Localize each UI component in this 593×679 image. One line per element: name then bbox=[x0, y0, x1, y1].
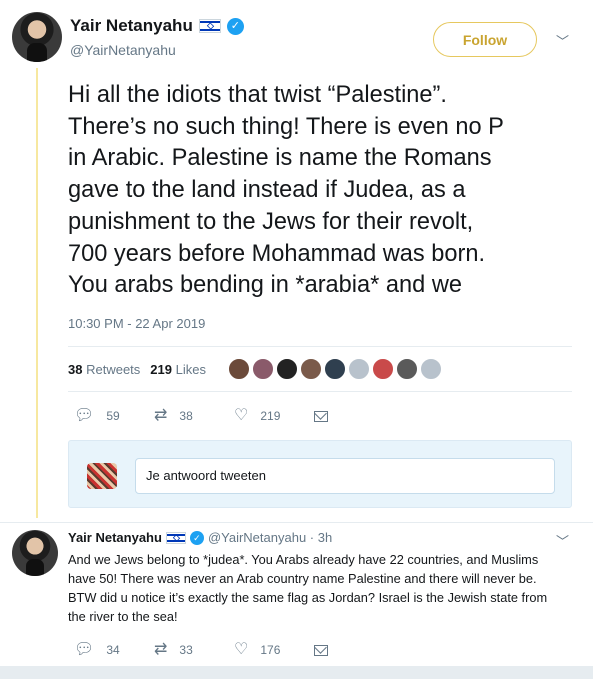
heart-icon: ♡ bbox=[234, 641, 249, 658]
user-avatar bbox=[87, 463, 117, 489]
retweets-count: 38 bbox=[68, 361, 83, 377]
envelope-icon bbox=[314, 644, 328, 656]
author-header: Yair Netanyahu ✓ bbox=[70, 16, 244, 36]
liker-avatar[interactable] bbox=[227, 358, 250, 380]
liker-avatar[interactable] bbox=[299, 358, 322, 380]
tweet-divider bbox=[0, 522, 593, 523]
retweets-stat[interactable]: 38 Retweets bbox=[68, 362, 140, 377]
verified-badge-icon: ✓ bbox=[226, 17, 244, 35]
reply-count: 59 bbox=[106, 409, 120, 423]
verified-badge-icon: ✓ bbox=[189, 530, 204, 545]
like-count: 176 bbox=[260, 643, 281, 657]
reply-action[interactable]: 💬︎ 59 bbox=[74, 408, 154, 424]
liker-avatar[interactable] bbox=[323, 358, 346, 380]
heart-icon: ♡ bbox=[234, 407, 249, 424]
reply-tweet-actions: 💬︎ 34 ⇄ 33 ♡ 176 bbox=[74, 642, 394, 658]
liker-avatars bbox=[227, 358, 444, 380]
tweet-stats: 38 Retweets 219 Likes bbox=[68, 346, 572, 392]
israel-flag-icon bbox=[198, 19, 221, 33]
author-name[interactable]: Yair Netanyahu bbox=[70, 16, 193, 36]
retweet-action[interactable]: ⇄ 38 bbox=[154, 408, 234, 424]
dm-action[interactable] bbox=[314, 644, 394, 656]
retweet-icon: ⇄ bbox=[154, 641, 168, 658]
likes-count: 219 bbox=[150, 361, 172, 377]
reply-action[interactable]: 💬︎ 34 bbox=[74, 642, 154, 658]
reply-count: 34 bbox=[106, 643, 120, 657]
israel-flag-icon bbox=[165, 531, 186, 544]
retweet-count: 38 bbox=[179, 409, 193, 423]
reply-author-avatar[interactable] bbox=[12, 530, 58, 576]
retweets-label: Retweets bbox=[86, 361, 141, 377]
liker-avatar[interactable] bbox=[395, 358, 418, 380]
reply-icon: 💬︎ bbox=[74, 641, 95, 658]
liker-avatar[interactable] bbox=[251, 358, 274, 380]
reply-tweet-text: And we Jews belong to *judea*. You Arabs… bbox=[68, 552, 548, 624]
like-count: 219 bbox=[260, 409, 281, 423]
tweet-actions: 💬︎ 59 ⇄ 38 ♡ 219 bbox=[74, 408, 394, 424]
tweet-text: Hi all the idiots that twist “Palestine”… bbox=[68, 82, 504, 299]
like-action[interactable]: ♡ 219 bbox=[234, 408, 314, 424]
dm-action[interactable] bbox=[314, 410, 394, 422]
reply-author-name[interactable]: Yair Netanyahu bbox=[68, 530, 162, 545]
author-handle[interactable]: @YairNetanyahu bbox=[70, 42, 176, 58]
page-footer-strip bbox=[0, 666, 593, 679]
liker-avatar[interactable] bbox=[371, 358, 394, 380]
chevron-down-icon[interactable]: ﹀ bbox=[556, 531, 569, 550]
retweet-action[interactable]: ⇄ 33 bbox=[154, 642, 234, 658]
author-avatar[interactable] bbox=[12, 12, 62, 62]
retweet-icon: ⇄ bbox=[154, 407, 168, 424]
reply-handle-time[interactable]: @YairNetanyahu · 3h bbox=[208, 530, 332, 545]
reply-input[interactable]: Je antwoord tweeten bbox=[135, 458, 555, 494]
liker-avatar[interactable] bbox=[347, 358, 370, 380]
likes-stat[interactable]: 219 Likes bbox=[150, 362, 206, 377]
retweet-count: 33 bbox=[179, 643, 193, 657]
reply-icon: 💬︎ bbox=[74, 407, 95, 424]
thread-connector-line bbox=[36, 68, 38, 518]
chevron-down-icon[interactable]: ﹀ bbox=[556, 31, 569, 50]
tweet-timestamp[interactable]: 10:30 PM - 22 Apr 2019 bbox=[68, 316, 205, 331]
likes-label: Likes bbox=[175, 361, 206, 377]
liker-avatar[interactable] bbox=[419, 358, 442, 380]
follow-button[interactable]: Follow bbox=[433, 22, 537, 57]
reply-composer: Je antwoord tweeten bbox=[68, 440, 572, 508]
envelope-icon bbox=[314, 410, 328, 422]
like-action[interactable]: ♡ 176 bbox=[234, 642, 314, 658]
reply-tweet-header: Yair Netanyahu ✓ @YairNetanyahu · 3h bbox=[68, 530, 332, 545]
liker-avatar[interactable] bbox=[275, 358, 298, 380]
